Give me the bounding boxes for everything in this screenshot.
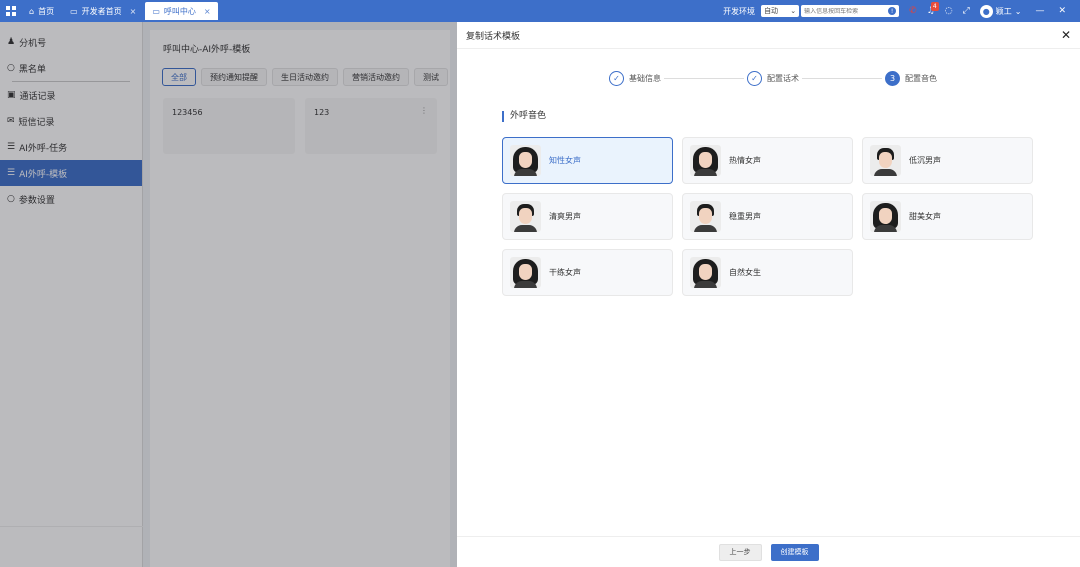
- step-basic-info: ✓ 基础信息: [609, 71, 661, 86]
- dialog-title: 复制话术模板: [466, 31, 521, 42]
- voice-option[interactable]: 甜美女声: [862, 193, 1033, 240]
- prev-step-button[interactable]: 上一步: [718, 543, 762, 561]
- voice-avatar: [870, 145, 901, 176]
- dialog-header: 复制话术模板 ✕: [457, 22, 1080, 49]
- voice-option[interactable]: 热情女声: [682, 137, 853, 184]
- tab-label: 首页: [38, 6, 55, 16]
- voice-label: 知性女声: [549, 156, 581, 165]
- tab-label: 呼叫中心: [163, 6, 196, 16]
- step-config-script: ✓ 配置话术: [747, 71, 799, 86]
- voice-label: 甜美女声: [909, 212, 941, 221]
- fullscreen-icon[interactable]: ⤢: [963, 6, 970, 16]
- chat-icon[interactable]: ◌: [945, 6, 953, 16]
- step-connector: [802, 78, 882, 79]
- env-select[interactable]: 自动 ⌄: [761, 5, 800, 17]
- voice-label: 干练女声: [549, 268, 581, 277]
- chevron-down-icon: ⌄: [1014, 6, 1022, 16]
- voice-avatar: [690, 201, 721, 232]
- step-label: 配置话术: [767, 74, 799, 83]
- search-input[interactable]: [804, 7, 887, 15]
- tab-label: 开发者首页: [81, 6, 122, 16]
- step-number: 3: [885, 71, 900, 86]
- user-menu[interactable]: ● 颖工 ⌄: [979, 4, 1022, 18]
- step-connector: [664, 78, 744, 79]
- voice-option[interactable]: 稳重男声: [682, 193, 853, 240]
- window-close-icon[interactable]: ✕: [1058, 6, 1066, 16]
- env-select-value: 自动: [764, 7, 779, 15]
- voice-avatar: [510, 201, 541, 232]
- notification-badge: 4: [930, 2, 939, 11]
- chevron-down-icon: ⌄: [790, 7, 797, 15]
- voice-label: 稳重男声: [729, 212, 761, 221]
- tab-call-center[interactable]: ▭ 呼叫中心 ×: [145, 2, 218, 20]
- voice-avatar: [510, 145, 541, 176]
- voice-option[interactable]: 低沉男声: [862, 137, 1033, 184]
- close-tab-icon[interactable]: ×: [204, 7, 211, 16]
- tab-home[interactable]: ⌂ 首页: [22, 2, 61, 20]
- voice-avatar: [690, 257, 721, 288]
- voice-option[interactable]: 清爽男声: [502, 193, 673, 240]
- check-icon: ✓: [609, 71, 624, 86]
- voice-label: 自然女生: [729, 268, 761, 277]
- step-config-voice: 3 配置音色: [885, 71, 937, 86]
- info-icon[interactable]: !: [888, 7, 897, 15]
- close-icon[interactable]: ✕: [1061, 28, 1071, 42]
- step-label: 基础信息: [629, 74, 661, 83]
- section-title: 外呼音色: [502, 111, 546, 122]
- phone-icon[interactable]: ✆: [909, 6, 917, 16]
- voice-avatar: [510, 257, 541, 288]
- modal-overlay[interactable]: [0, 22, 457, 567]
- voice-label: 热情女声: [729, 156, 761, 165]
- step-label: 配置音色: [905, 74, 937, 83]
- stepper: ✓ 基础信息 ✓ 配置话术 3 配置音色: [609, 71, 937, 86]
- monitor-icon: ▭: [70, 6, 78, 16]
- avatar: ●: [979, 4, 993, 18]
- env-label: 开发环境: [723, 6, 756, 16]
- voice-option[interactable]: 知性女声: [502, 137, 673, 184]
- create-template-button[interactable]: 创建模板: [770, 543, 819, 561]
- notification-icon[interactable]: ♫ 4: [927, 2, 939, 16]
- voice-option[interactable]: 自然女生: [682, 249, 853, 296]
- top-bar: ⌂ 首页 ▭ 开发者首页 × ▭ 呼叫中心 × 开发环境 自动 ⌄ ! ✆ ♫4…: [0, 0, 1080, 22]
- search-box: !: [801, 5, 900, 17]
- voice-label: 清爽男声: [549, 212, 581, 221]
- check-icon: ✓: [747, 71, 762, 86]
- monitor-icon: ▭: [152, 6, 160, 16]
- voice-avatar: [870, 201, 901, 232]
- user-name: 颖工: [995, 6, 1012, 16]
- dialog-footer: 上一步 创建模板: [457, 536, 1080, 567]
- copy-template-dialog: 复制话术模板 ✕ ✓ 基础信息 ✓ 配置话术 3 配置音色 外呼音色 知性女声 热…: [457, 22, 1080, 567]
- app-grid-icon[interactable]: [0, 0, 22, 22]
- voice-label: 低沉男声: [909, 156, 941, 165]
- tab-developer-home[interactable]: ▭ 开发者首页 ×: [63, 2, 143, 20]
- home-icon: ⌂: [29, 6, 35, 16]
- minimize-icon[interactable]: —: [1035, 6, 1044, 16]
- voice-option[interactable]: 干练女声: [502, 249, 673, 296]
- voice-avatar: [690, 145, 721, 176]
- close-tab-icon[interactable]: ×: [130, 7, 137, 16]
